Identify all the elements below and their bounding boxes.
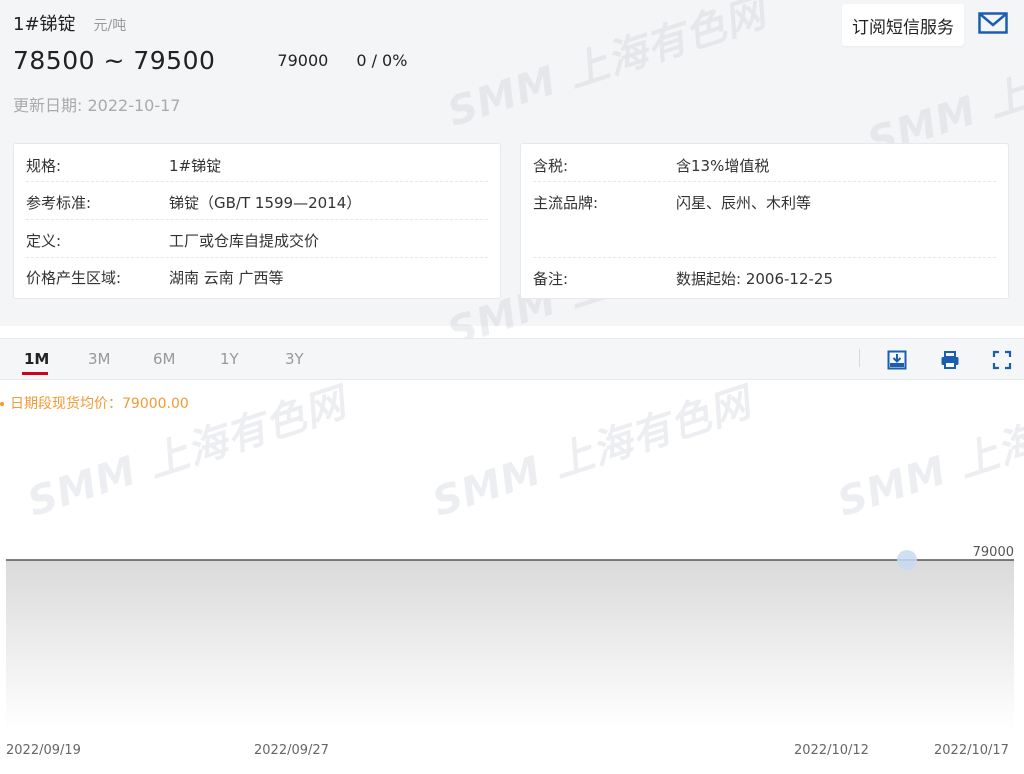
product-name: 1#锑锭 [13,14,76,35]
download-icon[interactable] [887,350,907,370]
watermark: SMM 上海有色网 [442,0,772,136]
divider [26,219,488,220]
info-panel: SMM 上海有色网 SMM 上海有色网 SMM 上海有色网 1#锑锭 元/吨 订… [0,0,1024,356]
price-chart [5,550,1015,730]
spec-table-right: 含税: 含13%增值税 主流品牌: 闪星、辰州、木利等 备注: 数据起始: 20… [520,143,1009,299]
price-row: 78500 ~ 79500 79000 0 / 0% [13,46,407,75]
x-tick-label: 2022/10/12 [794,743,869,758]
divider [533,181,996,182]
title-row: 1#锑锭 元/吨 [13,10,126,36]
spec-key: 备注: [533,270,569,288]
unit-label: 元/吨 [93,18,127,34]
tab-3y[interactable]: 3Y [285,350,304,368]
spec-value: 工厂或仓库自提成交价 [169,232,320,250]
spec-key: 含税: [533,157,569,175]
divider [533,257,996,258]
update-date: 更新日期: 2022-10-17 [13,96,181,115]
spec-value: 含13%增值税 [676,157,770,175]
mail-icon[interactable] [978,12,1008,34]
subscribe-sms-label: 订阅短信服务 [852,17,954,38]
spec-key: 定义: [26,232,62,250]
page: SMM 上海有色网 SMM 上海有色网 SMM 上海有色网 1#锑锭 元/吨 订… [0,0,1024,774]
spec-key: 价格产生区域: [26,269,122,287]
divider [26,181,488,182]
spec-value: 锑锭（GB/T 1599—2014） [169,194,362,212]
price-change: 0 / 0% [356,51,408,70]
tab-3m[interactable]: 3M [88,350,111,368]
x-tick-label: 2022/09/27 [254,743,329,758]
period-tabbar: 1M 3M 6M 1Y 3Y [0,338,1024,380]
y-tick-label: 79000 [972,545,1014,560]
spec-value: 湖南 云南 广西等 [169,269,284,287]
spec-value: 1#锑锭 [169,157,222,175]
divider [26,257,488,258]
print-icon[interactable] [940,350,960,370]
series-area [6,560,1014,730]
spec-key: 主流品牌: [533,194,599,212]
tab-6m[interactable]: 6M [153,350,176,368]
spec-value: 数据起始: 2006-12-25 [676,270,833,288]
price-range: 78500 ~ 79500 [13,46,216,75]
active-tab-indicator [22,372,48,375]
average-price: 79000 [277,51,329,70]
spec-key: 参考标准: [26,194,92,212]
divider [859,349,860,367]
tab-1m[interactable]: 1M [24,350,49,368]
highlighted-point[interactable] [897,550,917,570]
spec-key: 规格: [26,157,62,175]
x-tick-label: 2022/09/19 [6,743,81,758]
spec-value: 闪星、辰州、木利等 [676,194,812,212]
subscribe-sms-button[interactable]: 订阅短信服务 [842,4,964,46]
fullscreen-icon[interactable] [992,350,1012,370]
spec-table-left: 规格: 1#锑锭 参考标准: 锑锭（GB/T 1599—2014） 定义: 工厂… [13,143,501,299]
tab-1y[interactable]: 1Y [220,350,239,368]
x-tick-label: 2022/10/17 [934,743,1009,758]
